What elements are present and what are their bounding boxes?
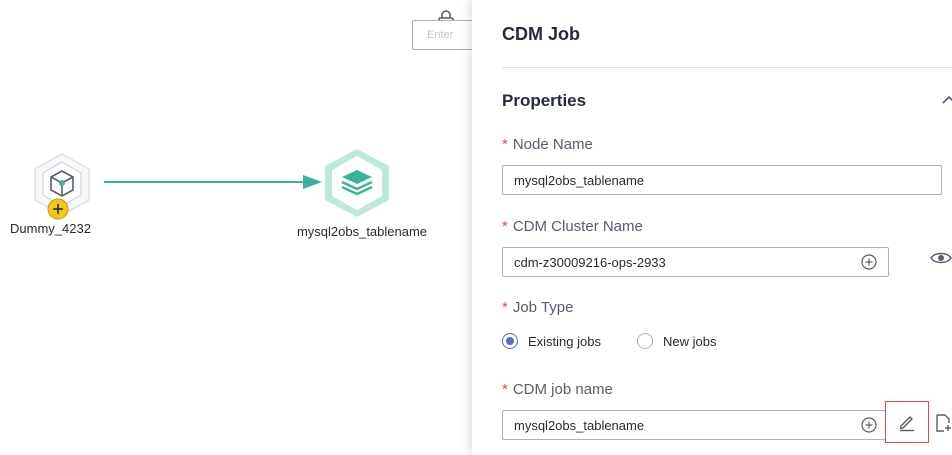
cdm-job-node[interactable] [318, 148, 396, 218]
panel-title: CDM Job [502, 24, 580, 44]
cdm-job-node-label: mysql2obs_tablename [296, 224, 428, 239]
cluster-name-select[interactable]: cdm-z30009216-ops-2933 [502, 247, 889, 277]
pencil-icon [899, 416, 914, 432]
workflow-edge [104, 175, 322, 189]
radio-existing-jobs[interactable]: Existing jobs [502, 333, 601, 349]
plus-circle-icon[interactable] [861, 254, 877, 270]
radio-new-jobs[interactable]: New jobs [636, 333, 716, 349]
job-type-radio-group: Existing jobs New jobs [502, 333, 752, 349]
chevron-up-icon[interactable] [942, 94, 952, 104]
dummy-node[interactable] [27, 152, 97, 222]
job-type-label: * Job Type [502, 299, 574, 316]
plus-badge-icon [47, 198, 69, 220]
cluster-name-label: * CDM Cluster Name [502, 218, 643, 235]
section-title: Properties [502, 91, 587, 110]
divider [502, 67, 952, 68]
job-name-select[interactable]: mysql2obs_tablename [502, 410, 889, 440]
dummy-node-label: Dummy_4232 [10, 221, 91, 236]
radio-button[interactable] [502, 333, 518, 349]
plus-circle-icon[interactable] [861, 417, 877, 433]
eye-icon[interactable] [930, 251, 952, 265]
radio-button[interactable] [636, 333, 653, 349]
job-name-label: * CDM job name [502, 381, 613, 398]
node-name-label: * Node Name [502, 136, 593, 153]
properties-panel: CDM Job Properties * Node Name mysql2obs_… [472, 0, 952, 455]
workflow-canvas[interactable]: Enter Dummy_4232 mysql2obs_tablename [0, 0, 472, 455]
node-name-input[interactable]: mysql2obs_tablename [502, 165, 942, 195]
edit-job-button[interactable] [885, 401, 929, 443]
new-file-icon[interactable] [935, 414, 952, 432]
canvas-search-input[interactable]: Enter [412, 20, 472, 50]
